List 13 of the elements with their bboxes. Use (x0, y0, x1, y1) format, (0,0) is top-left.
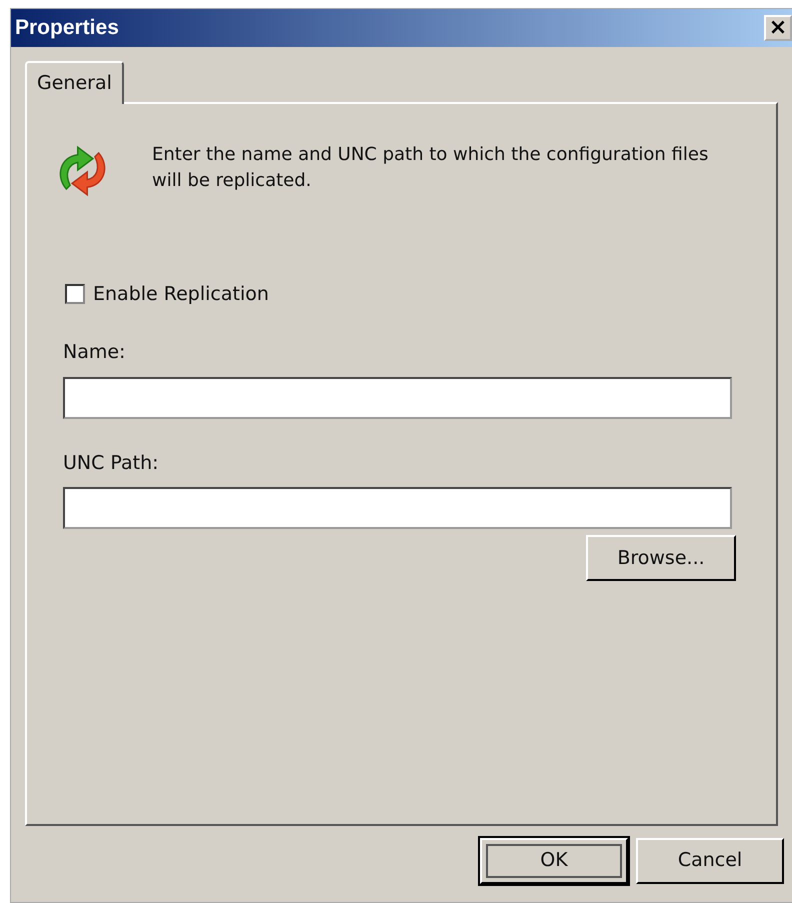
close-button[interactable]: × (764, 15, 792, 41)
input-field[interactable] (63, 376, 732, 418)
description-text: Enter the name and UNC path to which the configuration files will be replicated. (152, 142, 710, 192)
dialog-button[interactable]: Cancel (636, 838, 784, 884)
dialog-button[interactable]: OK (480, 838, 628, 884)
window-title: Properties (15, 15, 119, 42)
enable-replication-checkbox[interactable] (65, 284, 85, 304)
browse-button[interactable]: Browse... (586, 535, 736, 581)
input-field[interactable] (63, 487, 732, 529)
tab[interactable]: General (25, 61, 124, 104)
checkbox-label: Enable Replication (93, 282, 269, 306)
field-label: UNC Path: (63, 450, 160, 476)
field-label: Name: (63, 340, 126, 365)
